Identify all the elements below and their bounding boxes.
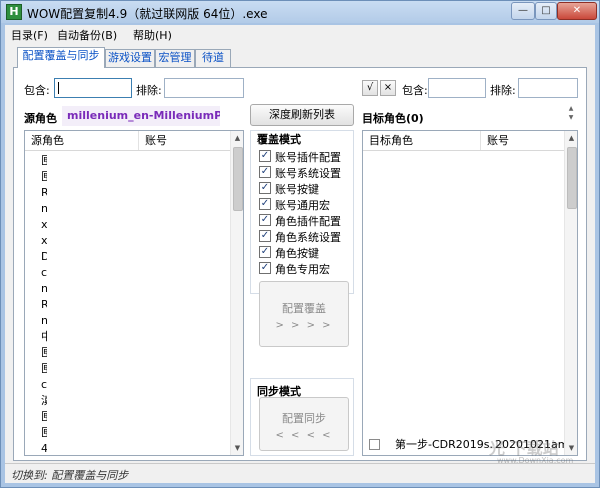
maximize-button[interactable]: □ bbox=[535, 2, 557, 20]
tab-macro-manager[interactable]: 宏管理 bbox=[155, 49, 195, 67]
right-arrows-icon: > > > > bbox=[275, 320, 333, 331]
text-caret bbox=[58, 82, 59, 94]
checkbox-check-icon[interactable]: ✓ bbox=[259, 230, 271, 242]
row-checkbox[interactable] bbox=[369, 439, 380, 450]
minimize-button[interactable]: — bbox=[511, 2, 535, 20]
checkbox-label: 账号系统设置 bbox=[275, 167, 341, 180]
checkbox-label: 角色插件配置 bbox=[275, 215, 341, 228]
checkbox-check-icon[interactable]: ✓ bbox=[259, 182, 271, 194]
checkbox-check-icon[interactable]: ✓ bbox=[259, 262, 271, 274]
source-col-role[interactable]: 源角色 bbox=[25, 131, 139, 150]
target-list[interactable]: 目标角色 账号 第一步-CDR2019s. 20201021am ▲ ▼ bbox=[362, 130, 578, 456]
left-exclude-label: 排除: bbox=[136, 84, 162, 97]
checkbox-check-icon[interactable]: ✓ bbox=[259, 166, 271, 178]
left-include-label: 包含: bbox=[24, 84, 50, 97]
scroll-thumb[interactable] bbox=[233, 147, 243, 211]
checkbox-label: 账号通用宏 bbox=[275, 199, 330, 212]
blurred-content-mask bbox=[47, 153, 233, 455]
checkbox-label: 账号插件配置 bbox=[275, 151, 341, 164]
sync-button[interactable]: 配置同步 < < < < bbox=[259, 397, 349, 451]
target-row-name: 第一步-CDR2019s. bbox=[395, 438, 493, 451]
sync-mode-group: 同步模式 配置同步 < < < < bbox=[250, 378, 354, 456]
checkbox-label: 账号按键 bbox=[275, 183, 319, 196]
checkbox-check-icon[interactable]: ✓ bbox=[259, 150, 271, 162]
source-list-header: 源角色 账号 bbox=[25, 131, 231, 151]
checkbox-label: 角色专用宏 bbox=[275, 263, 330, 276]
scroll-up-icon[interactable]: ▲ bbox=[565, 131, 577, 145]
right-include-label: 包含: bbox=[402, 84, 428, 97]
source-value: millenium_en-MilleniumPanel bbox=[62, 106, 220, 126]
checkbox-check-icon[interactable]: ✓ bbox=[259, 198, 271, 210]
tab-pending[interactable]: 待道 bbox=[195, 49, 231, 67]
tab-panel-overwrite-sync: 包含: 排除: √ × 包含: 排除: 源角色 millenium_en-Mil… bbox=[13, 67, 587, 461]
overwrite-mode-group: 覆盖模式 ✓ 账号插件配置 ✓ 账号系统设置 ✓ 账号按键 ✓ 账号通用宏 ✓ 角色插件配置 ✓ 角色… bbox=[250, 130, 354, 347]
target-list-scrollbar[interactable]: ▲ ▼ bbox=[564, 131, 577, 455]
window-title: WOW配置复制4.9（就过联网版 64位）.exe bbox=[27, 7, 268, 21]
checkbox-check-icon[interactable]: ✓ bbox=[259, 214, 271, 226]
right-exclude-input[interactable] bbox=[518, 78, 578, 98]
checkbox-check-icon[interactable]: ✓ bbox=[259, 246, 271, 258]
target-col-role[interactable]: 目标角色 bbox=[363, 131, 481, 150]
right-include-input[interactable] bbox=[428, 78, 486, 98]
menu-directory[interactable]: 目录(F) bbox=[11, 27, 48, 43]
deselect-all-button[interactable]: × bbox=[380, 80, 396, 96]
source-label: 源角色 bbox=[24, 112, 57, 125]
blurred-content-mask bbox=[381, 155, 561, 435]
menu-bar: 目录(F) 自动备份(B) 帮助(H) bbox=[5, 25, 595, 43]
target-label: 目标角色(0) bbox=[362, 112, 424, 125]
deep-refresh-button[interactable]: 深度刷新列表 bbox=[250, 104, 354, 126]
right-exclude-label: 排除: bbox=[490, 84, 516, 97]
scroll-thumb[interactable] bbox=[567, 147, 577, 209]
checkbox-label: 角色按键 bbox=[275, 247, 319, 260]
target-list-header: 目标角色 账号 bbox=[363, 131, 565, 151]
watermark-url: www.DownXia.com bbox=[497, 456, 574, 465]
tab-game-settings[interactable]: 游戏设置 bbox=[105, 49, 155, 67]
close-button[interactable]: ✕ bbox=[557, 2, 597, 20]
scroll-down-icon[interactable]: ▼ bbox=[231, 441, 243, 455]
overwrite-mode-title: 覆盖模式 bbox=[255, 131, 303, 147]
source-col-account[interactable]: 账号 bbox=[139, 131, 231, 150]
left-exclude-input[interactable] bbox=[164, 78, 244, 98]
main-client-area: 配置覆盖与同步 游戏设置 宏管理 待道 包含: 排除: √ × 包含: 排除: … bbox=[5, 43, 595, 483]
app-window: H WOW配置复制4.9（就过联网版 64位）.exe — □ ✕ 目录(F) … bbox=[0, 0, 600, 488]
left-arrows-icon: < < < < bbox=[275, 430, 333, 441]
tab-overwrite-sync[interactable]: 配置覆盖与同步 bbox=[17, 47, 105, 68]
menu-help[interactable]: 帮助(H) bbox=[133, 27, 172, 43]
target-spin-icon[interactable]: ▲ ▼ bbox=[566, 104, 576, 124]
target-col-account[interactable]: 账号 bbox=[481, 131, 565, 150]
source-list[interactable]: 源角色 账号 匣匣RnxxDcnRn中匣匣c滇匣匣4 ▲ ▼ bbox=[24, 130, 244, 456]
status-bar: 切换到: 配置覆盖与同步 bbox=[5, 463, 595, 483]
source-list-scrollbar[interactable]: ▲ ▼ bbox=[230, 131, 243, 455]
scroll-down-icon[interactable]: ▼ bbox=[565, 441, 577, 455]
title-bar[interactable]: H WOW配置复制4.9（就过联网版 64位）.exe — □ ✕ bbox=[1, 1, 599, 23]
select-all-button[interactable]: √ bbox=[362, 80, 378, 96]
app-icon: H bbox=[6, 4, 22, 20]
checkbox-label: 角色系统设置 bbox=[275, 231, 341, 244]
overwrite-button-label: 配置覆盖 bbox=[282, 302, 326, 315]
scroll-up-icon[interactable]: ▲ bbox=[231, 131, 243, 145]
left-include-input[interactable] bbox=[54, 78, 132, 98]
sync-button-label: 配置同步 bbox=[282, 412, 326, 425]
status-text: 切换到: 配置覆盖与同步 bbox=[11, 469, 129, 482]
overwrite-button[interactable]: 配置覆盖 > > > > bbox=[259, 281, 349, 347]
menu-auto-backup[interactable]: 自动备份(B) bbox=[57, 27, 117, 43]
